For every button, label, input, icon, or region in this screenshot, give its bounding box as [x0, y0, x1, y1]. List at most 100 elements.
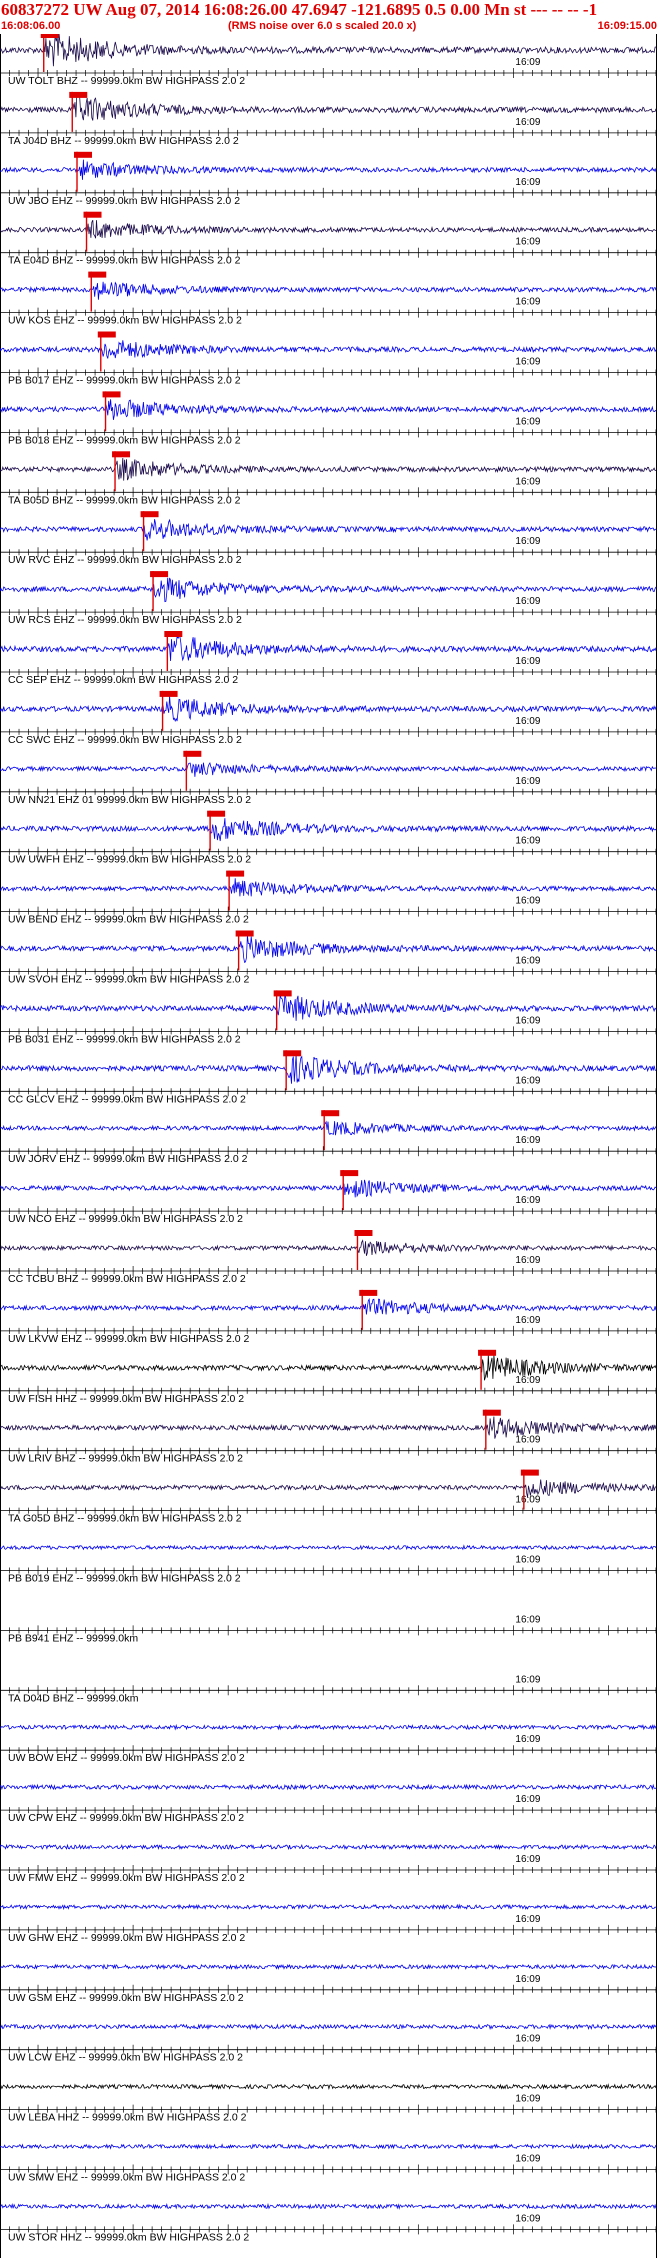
station-label: UW LCW EHZ -- 99999.0km BW HIGHPASS 2.0 … — [8, 2052, 243, 2064]
waveform — [0, 634, 657, 662]
waveform — [0, 695, 657, 722]
station-label: UW BOW EHZ -- 99999.0km BW HIGHPASS 2.0 … — [8, 1752, 245, 1764]
station-label: UW LEBA HHZ -- 99999.0km BW HIGHPASS 2.0… — [8, 2112, 247, 2124]
minute-tick-label: 16:09 — [515, 1015, 540, 1026]
station-label: UW JBO EHZ -- 99999.0km BW HIGHPASS 2.0 … — [8, 195, 240, 207]
station-label: CC SWC EHZ -- 99999.0km BW HIGHPASS 2.0 … — [8, 734, 242, 746]
trace-0: 16:09 UW TOLT BHZ -- 99999.0km BW HIGHPAS… — [0, 34, 657, 87]
trace-2: 16:09 UW JBO EHZ -- 99999.0km BW HIGHPASS… — [0, 151, 657, 207]
waveform — [0, 34, 657, 67]
trace-24: 16:09 TA G05D BHZ -- 99999.0km BW HIGHPAS… — [0, 1469, 657, 1525]
minute-tick-label: 16:09 — [515, 1495, 540, 1506]
minute-tick-label: 16:09 — [515, 357, 540, 368]
trace-11: 16:09 CC SWC EHZ -- 99999.0km BW HIGHPASS… — [0, 690, 657, 746]
station-label: CC SEP EHZ -- 99999.0km BW HIGHPASS 2.0 … — [8, 674, 238, 686]
station-label: UW RVC EHZ -- 99999.0km BW HIGHPASS 2.0 … — [8, 554, 242, 566]
waveform — [0, 219, 657, 239]
minute-tick-label: 16:09 — [515, 1255, 540, 1266]
trace-34: 16:09 UW LEBA HHZ -- 99999.0km BW HIGHPAS… — [0, 2083, 657, 2124]
minute-tick-label: 16:09 — [515, 1974, 540, 1985]
trace-3: 16:09 TA E04D BHZ -- 99999.0km BW HIGHPAS… — [0, 211, 657, 267]
waveform — [0, 2202, 657, 2210]
waveform — [0, 2143, 657, 2150]
trace-12: 16:09 UW NN21 EHZ 01 99999.0km BW HIGHPAS… — [0, 750, 657, 806]
waveform — [0, 993, 657, 1021]
minute-tick-label: 16:09 — [515, 177, 540, 188]
waveform — [0, 2023, 657, 2031]
trace-18: 16:09 UW JORV EHZ -- 99999.0km BW HIGHPAS… — [0, 1110, 657, 1165]
minute-tick-label: 16:09 — [515, 536, 540, 547]
trace-20: 16:09 CC TCBU BHZ -- 99999.0km BW HIGHPAS… — [0, 1230, 657, 1285]
waveform — [0, 1843, 657, 1851]
trace-15: 16:09 UW SVOH EHZ -- 99999.0km BW HIGHPAS… — [0, 930, 657, 986]
waveform — [0, 1297, 657, 1315]
station-label: UW BEND EHZ -- 99999.0km BW HIGHPASS 2.0… — [8, 914, 249, 926]
station-label: UW GSM EHZ -- 99999.0km BW HIGHPASS 2.0 … — [8, 1992, 244, 2004]
minute-tick-label: 16:09 — [515, 1435, 540, 1446]
trace-16: 16:09 PB B031 EHZ -- 99999.0km BW HIGHPAS… — [0, 990, 657, 1045]
minute-tick-label: 16:09 — [515, 776, 540, 787]
minute-tick-label: 16:09 — [515, 1674, 540, 1685]
waveform — [0, 340, 657, 359]
waveform — [0, 1783, 657, 1791]
station-label: TA B05D BHZ -- 99999.0km BW HIGHPASS 2.0… — [8, 494, 241, 506]
minute-tick-label: 16:09 — [515, 1315, 540, 1326]
trace-26: 16:09 PB B941 EHZ -- 99999.0km — [0, 1614, 657, 1644]
station-label: PB B019 EHZ -- 99999.0km BW HIGHPASS 2.0… — [8, 1573, 241, 1585]
station-label: UW JORV EHZ -- 99999.0km BW HIGHPASS 2.0… — [8, 1153, 248, 1165]
waveform — [0, 1054, 657, 1084]
waveform — [0, 399, 657, 420]
trace-35: 16:09 UW SMW EHZ -- 99999.0km BW HIGHPASS… — [0, 2143, 657, 2184]
trace-5: 16:09 PB B017 EHZ -- 99999.0km BW HIGHPAS… — [0, 331, 657, 387]
trace-6: 16:09 PB B018 EHZ -- 99999.0km BW HIGHPAS… — [0, 391, 657, 446]
trace-17: 16:09 CC GLCV EHZ -- 99999.0km BW HIGHPAS… — [0, 1050, 657, 1105]
station-label: UW KOS EHZ -- 99999.0km BW HIGHPASS 2.0 … — [8, 315, 242, 327]
waveform — [0, 1479, 657, 1498]
minute-tick-label: 16:09 — [515, 1075, 540, 1086]
waveform — [0, 762, 657, 777]
waveform — [0, 1179, 657, 1198]
trace-28: 16:09 UW BOW EHZ -- 99999.0km BW HIGHPASS… — [0, 1723, 657, 1764]
plot-header: 60837272 UW Aug 07, 2014 16:08:26.00 47.… — [0, 0, 660, 34]
trace-19: 16:09 UW NCO EHZ -- 99999.0km BW HIGHPASS… — [0, 1170, 657, 1225]
minute-tick-label: 16:09 — [515, 1914, 540, 1925]
station-label: UW STOR HHZ -- 99999.0km BW HIGHPASS 2.0… — [8, 2231, 249, 2243]
minute-tick-label: 16:09 — [515, 1854, 540, 1865]
trace-21: 16:09 UW LKVW EHZ -- 99999.0km BW HIGHPAS… — [0, 1289, 657, 1345]
minute-tick-label: 16:09 — [515, 476, 540, 487]
trace-27: 16:09 TA D04D BHZ -- 99999.0km — [0, 1674, 657, 1704]
waveform — [0, 577, 657, 603]
trace-30: 16:09 UW FMW EHZ -- 99999.0km BW HIGHPASS… — [0, 1843, 657, 1884]
trace-4: 16:09 UW KOS EHZ -- 99999.0km BW HIGHPASS… — [0, 271, 657, 327]
station-label: PB B941 EHZ -- 99999.0km — [8, 1632, 138, 1644]
station-label: UW FISH HHZ -- 99999.0km BW HIGHPASS 2.0… — [8, 1393, 244, 1405]
trace-14: 16:09 UW BEND EHZ -- 99999.0km BW HIGHPAS… — [0, 870, 657, 926]
station-label: UW FMW EHZ -- 99999.0km BW HIGHPASS 2.0 … — [8, 1872, 245, 1884]
station-label: TA D04D BHZ -- 99999.0km — [8, 1692, 139, 1704]
waveform — [0, 457, 657, 481]
waveform — [0, 518, 657, 541]
waveform — [0, 1416, 657, 1439]
minute-tick-label: 16:09 — [515, 2154, 540, 2165]
station-label: TA G05D BHZ -- 99999.0km BW HIGHPASS 2.0… — [8, 1513, 242, 1525]
trace-22: 16:09 UW FISH HHZ -- 99999.0km BW HIGHPAS… — [0, 1349, 657, 1405]
trace-25: 16:09 PB B019 EHZ -- 99999.0km BW HIGHPAS… — [0, 1544, 657, 1585]
trace-23: 16:09 UW LRIV BHZ -- 99999.0km BW HIGHPAS… — [0, 1409, 657, 1465]
station-label: UW GHW EHZ -- 99999.0km BW HIGHPASS 2.0 … — [8, 1932, 245, 1944]
minute-tick-label: 16:09 — [515, 956, 540, 967]
station-label: UW NN21 EHZ 01 99999.0km BW HIGHPASS 2.0… — [8, 794, 251, 806]
waveform — [0, 878, 657, 897]
trace-33: 16:09 UW LCW EHZ -- 99999.0km BW HIGHPASS… — [0, 2023, 657, 2064]
seismogram-plot: 16:09 UW TOLT BHZ -- 99999.0km BW HIGHPAS… — [0, 34, 657, 2258]
trace-36: 16:09 UW STOR HHZ -- 99999.0km BW HIGHPAS… — [0, 2202, 657, 2243]
station-label: UW LRIV BHZ -- 99999.0km BW HIGHPASS 2.0… — [8, 1453, 243, 1465]
station-label: UW SMW EHZ -- 99999.0km BW HIGHPASS 2.0 … — [8, 2172, 245, 2184]
station-label: TA J04D BHZ -- 99999.0km BW HIGHPASS 2.0… — [8, 135, 239, 147]
waveform — [0, 1903, 657, 1911]
minute-tick-label: 16:09 — [515, 57, 540, 68]
station-label: UW SVOH EHZ -- 99999.0km BW HIGHPASS 2.0… — [8, 974, 250, 986]
minute-tick-label: 16:09 — [515, 836, 540, 847]
trace-9: 16:09 UW RCS EHZ -- 99999.0km BW HIGHPASS… — [0, 571, 657, 626]
waveform — [0, 159, 657, 180]
station-label: UW NCO EHZ -- 99999.0km BW HIGHPASS 2.0 … — [8, 1213, 243, 1225]
